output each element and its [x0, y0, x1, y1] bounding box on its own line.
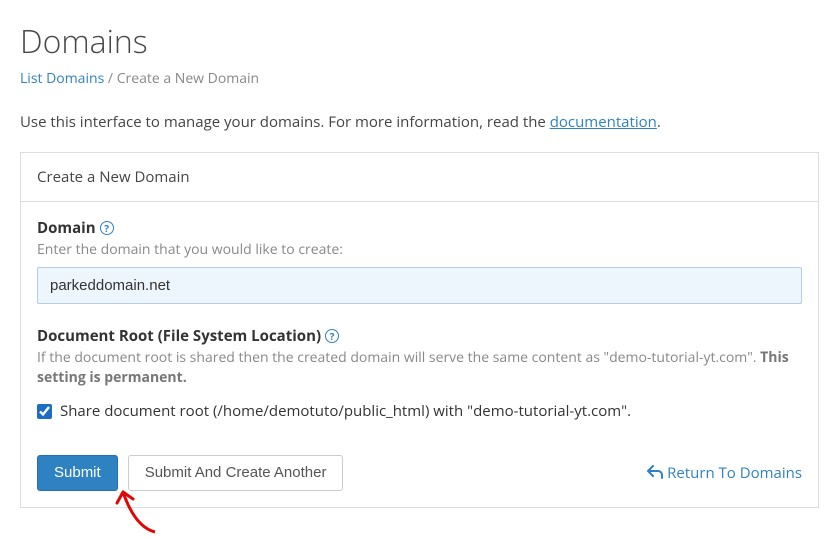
page-title: Domains [20, 20, 819, 63]
docroot-description: If the document root is shared then the … [37, 348, 802, 389]
breadcrumb: List Domains / Create a New Domain [20, 69, 819, 88]
breadcrumb-separator: / [104, 69, 116, 88]
create-domain-panel: Create a New Domain Domain ? Enter the d… [20, 152, 819, 508]
documentation-link[interactable]: documentation [550, 112, 657, 132]
domain-hint: Enter the domain that you would like to … [37, 240, 802, 259]
domain-label: Domain ? [37, 218, 802, 238]
breadcrumb-list-domains[interactable]: List Domains [20, 69, 104, 88]
help-icon[interactable]: ? [325, 329, 339, 343]
submit-another-button[interactable]: Submit And Create Another [128, 455, 344, 491]
share-docroot-row[interactable]: Share document root (/home/demotuto/publ… [37, 401, 802, 421]
share-docroot-label: Share document root (/home/demotuto/publ… [60, 401, 631, 421]
submit-button[interactable]: Submit [37, 455, 118, 491]
panel-header: Create a New Domain [21, 153, 818, 202]
help-icon[interactable]: ? [100, 221, 114, 235]
return-arrow-icon [647, 462, 663, 484]
intro-text: Use this interface to manage your domain… [20, 112, 819, 132]
docroot-label: Document Root (File System Location) ? [37, 326, 802, 346]
breadcrumb-current: Create a New Domain [117, 69, 259, 88]
return-to-domains-link[interactable]: Return To Domains [647, 462, 802, 484]
domain-input[interactable] [37, 267, 802, 304]
share-docroot-checkbox[interactable] [37, 404, 52, 419]
